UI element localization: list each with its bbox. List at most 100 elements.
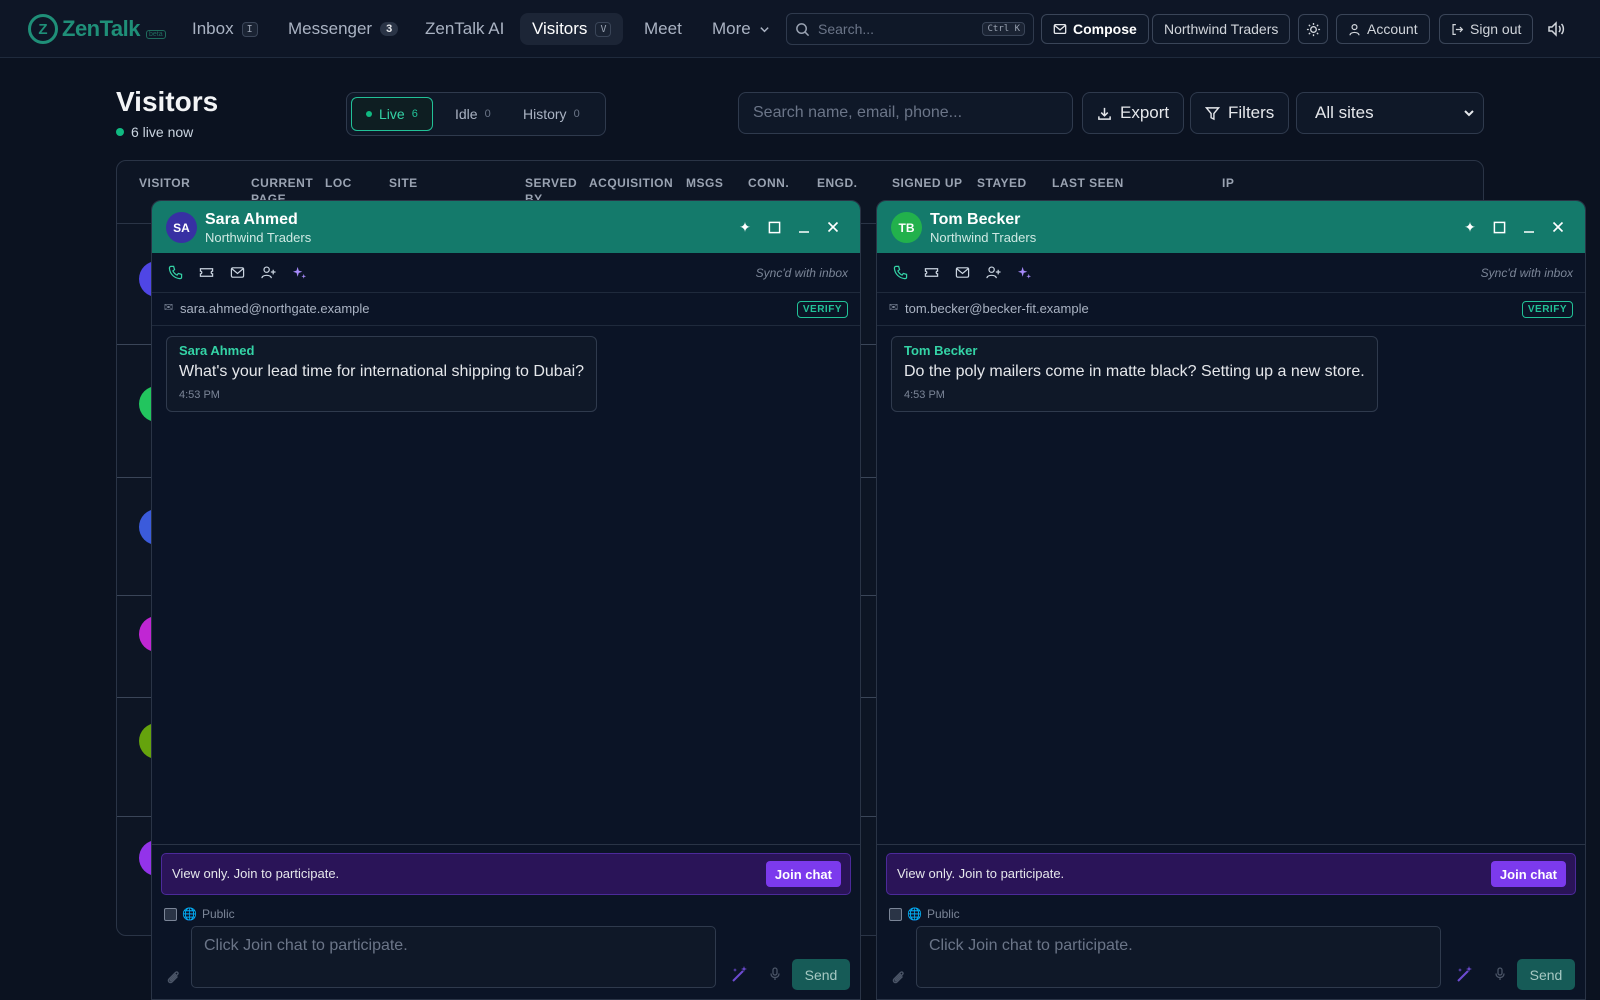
- col-engd[interactable]: ENGD.: [817, 175, 858, 191]
- theme-toggle[interactable]: [1298, 14, 1328, 44]
- col-ip[interactable]: IP: [1222, 175, 1234, 191]
- col-visitor[interactable]: VISITOR: [139, 175, 190, 191]
- add-user-icon[interactable]: [259, 263, 277, 281]
- mail-icon[interactable]: [953, 263, 971, 281]
- top-navigation: Z ZenTalk beta Inbox I Messenger 3 ZenTa…: [0, 0, 1600, 58]
- global-search-placeholder: Search...: [818, 21, 875, 37]
- view-only-text: View only. Join to participate.: [172, 866, 340, 881]
- minimize-icon[interactable]: [1519, 217, 1539, 237]
- col-acquisition[interactable]: ACQUISITION: [589, 175, 673, 191]
- mail-icon[interactable]: [228, 263, 246, 281]
- col-conn[interactable]: CONN.: [748, 175, 789, 191]
- filters-button[interactable]: Filters: [1190, 92, 1290, 134]
- nav-messenger[interactable]: Messenger 3: [276, 13, 410, 45]
- sparkle-icon[interactable]: ✦: [735, 217, 755, 237]
- message-composer[interactable]: Click Join chat to participate.: [191, 926, 716, 988]
- view-only-text: View only. Join to participate.: [897, 866, 1065, 881]
- nav-zentalk-ai[interactable]: ZenTalk AI: [413, 13, 516, 45]
- visitor-search-input[interactable]: Search name, email, phone...: [738, 92, 1073, 134]
- chat-header[interactable]: SA Sara Ahmed Northwind Traders ✦: [152, 201, 860, 253]
- chat-visitor-name: Tom Becker: [930, 211, 1021, 228]
- magic-wand-icon[interactable]: [730, 964, 750, 989]
- attach-icon[interactable]: [890, 969, 906, 990]
- maximize-icon[interactable]: [764, 217, 784, 237]
- ai-sparkles-icon[interactable]: [290, 263, 308, 281]
- public-toggle[interactable]: 🌐 Public: [164, 907, 235, 921]
- global-search[interactable]: Search... Ctrl K: [786, 13, 1034, 45]
- site-select[interactable]: All sites: [1296, 92, 1484, 134]
- nav-meet-label: Meet: [644, 19, 682, 38]
- tab-idle[interactable]: Idle 0: [441, 97, 505, 131]
- public-checkbox[interactable]: [889, 907, 902, 921]
- visitor-status-tabs: Live 6 Idle 0 History 0: [346, 92, 606, 136]
- phone-icon[interactable]: [891, 263, 909, 281]
- contact-email: tom.becker@becker-fit.example: [905, 301, 1089, 316]
- envelope-icon: ✉: [889, 302, 899, 314]
- compose-button[interactable]: Compose: [1041, 14, 1149, 44]
- logo[interactable]: Z ZenTalk beta: [28, 14, 166, 44]
- nav-more[interactable]: More: [700, 13, 782, 45]
- ai-sparkles-icon[interactable]: [1015, 263, 1033, 281]
- nav-inbox-label: Inbox: [192, 19, 234, 38]
- ticket-icon[interactable]: [197, 263, 215, 281]
- avatar: SA: [166, 212, 197, 243]
- site-select-value: All sites: [1315, 103, 1374, 122]
- nav-meet[interactable]: Meet: [632, 13, 694, 45]
- close-icon[interactable]: [823, 217, 843, 237]
- tab-history-count: 0: [573, 108, 580, 120]
- col-last-seen[interactable]: LAST SEEN: [1052, 175, 1124, 191]
- nav-more-label: More: [712, 19, 751, 38]
- col-loc[interactable]: LOC: [325, 175, 352, 191]
- filter-icon: [1205, 106, 1220, 120]
- account-button[interactable]: Account: [1336, 14, 1430, 44]
- public-checkbox[interactable]: [164, 907, 177, 921]
- verify-button[interactable]: VERIFY: [1521, 301, 1573, 318]
- nav-messenger-label: Messenger: [288, 19, 373, 38]
- chevron-down-icon: [760, 26, 769, 32]
- join-chat-button[interactable]: Join chat: [1490, 861, 1566, 887]
- ticket-icon[interactable]: [922, 263, 940, 281]
- export-button[interactable]: Export: [1082, 92, 1185, 134]
- col-msgs[interactable]: MSGS: [686, 175, 723, 191]
- verify-button[interactable]: VERIFY: [796, 301, 848, 318]
- sound-toggle[interactable]: [1546, 19, 1566, 44]
- sync-status: Sync'd with inbox: [755, 266, 848, 280]
- send-button[interactable]: Send: [792, 959, 850, 990]
- minimize-icon[interactable]: [794, 217, 814, 237]
- message-composer[interactable]: Click Join chat to participate.: [916, 926, 1441, 988]
- account-label: Account: [1367, 21, 1418, 37]
- maximize-icon[interactable]: [1489, 217, 1509, 237]
- tab-live-count: 6: [411, 108, 418, 120]
- tab-history[interactable]: History 0: [509, 97, 594, 131]
- message-time: 4:53 PM: [904, 389, 945, 401]
- join-chat-button[interactable]: Join chat: [765, 861, 841, 887]
- col-signed-up[interactable]: SIGNED UP: [892, 175, 963, 191]
- sign-out-button[interactable]: Sign out: [1439, 14, 1534, 44]
- sparkle-icon[interactable]: ✦: [1460, 217, 1480, 237]
- col-stayed[interactable]: STAYED: [977, 175, 1027, 191]
- tab-live[interactable]: Live 6: [351, 97, 433, 131]
- live-dot-icon: [116, 128, 124, 136]
- col-site[interactable]: SITE: [389, 175, 418, 191]
- chat-window-2: TB Tom Becker Northwind Traders ✦ Sync'd…: [876, 200, 1586, 1000]
- close-icon[interactable]: [1548, 217, 1568, 237]
- send-button[interactable]: Send: [1517, 959, 1575, 990]
- chat-header[interactable]: TB Tom Becker Northwind Traders ✦: [877, 201, 1585, 253]
- add-user-icon[interactable]: [984, 263, 1002, 281]
- magic-wand-icon[interactable]: [1455, 964, 1475, 989]
- message-bubble: Sara Ahmed What's your lead time for int…: [166, 336, 598, 412]
- microphone-icon[interactable]: [768, 967, 782, 986]
- workspace-switcher[interactable]: Northwind Traders: [1152, 14, 1291, 44]
- user-icon: [1349, 23, 1360, 35]
- microphone-icon[interactable]: [1493, 967, 1507, 986]
- live-count: 6 live now: [116, 124, 193, 140]
- nav-visitors[interactable]: Visitors V: [520, 13, 624, 45]
- message-text: Do the poly mailers come in matte black?…: [904, 363, 1365, 380]
- phone-icon[interactable]: [166, 263, 184, 281]
- public-toggle[interactable]: 🌐 Public: [889, 907, 960, 921]
- nav-inbox[interactable]: Inbox I: [180, 13, 270, 45]
- message-sender: Tom Becker: [904, 343, 978, 358]
- attach-icon[interactable]: [165, 969, 181, 990]
- chat-visitor-name: Sara Ahmed: [205, 211, 298, 228]
- public-label: Public: [926, 907, 960, 921]
